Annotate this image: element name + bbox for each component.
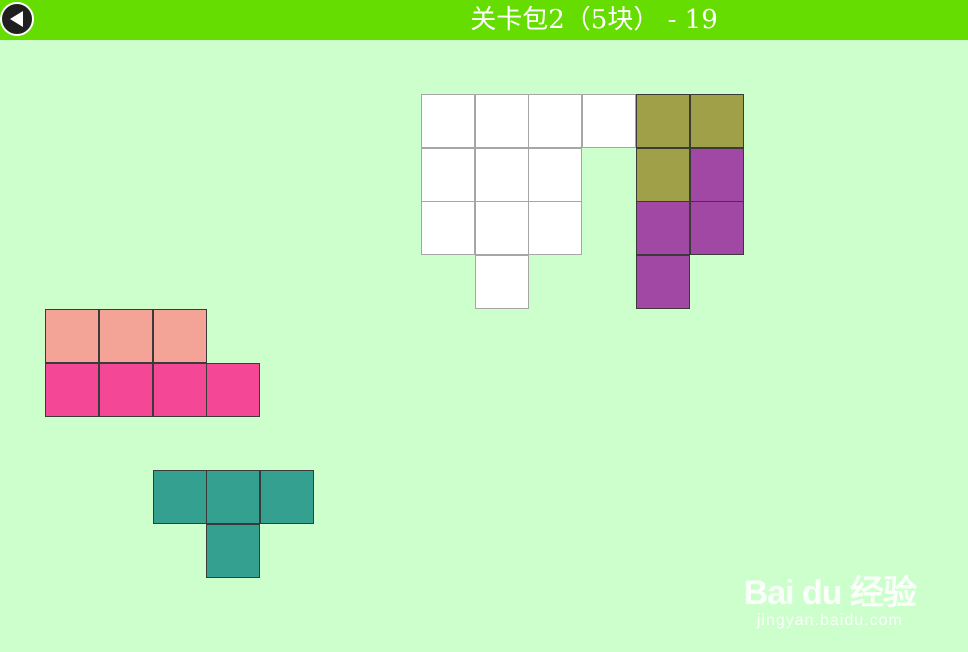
teal-piece-cell[interactable] — [259, 469, 314, 524]
salmon-piece-cell[interactable] — [45, 308, 100, 363]
teal-piece-cell[interactable] — [206, 523, 261, 578]
target-cell — [474, 147, 529, 202]
target-cell — [528, 94, 583, 148]
target-cell — [421, 94, 475, 148]
purple-piece-cell[interactable] — [635, 255, 690, 310]
pink-piece-cell[interactable] — [45, 362, 100, 417]
watermark-url: jingyan.baidu.com — [756, 612, 903, 629]
target-cell — [474, 94, 529, 148]
purple-piece-cell[interactable] — [635, 201, 690, 256]
olive-piece-cell[interactable] — [635, 94, 690, 148]
purple-piece-cell[interactable] — [689, 201, 744, 256]
watermark-logo: Bai du 经验 — [743, 574, 917, 612]
purple-piece-cell[interactable] — [689, 147, 744, 202]
level-title: 关卡包2（5块） - 19 — [470, 5, 718, 35]
salmon-piece-cell[interactable] — [152, 308, 207, 363]
olive-piece-cell[interactable] — [689, 94, 744, 148]
salmon-piece-cell[interactable] — [98, 308, 153, 363]
top-bar: 关卡包2（5块） - 19 — [0, 0, 968, 40]
olive-piece-cell[interactable] — [635, 147, 690, 202]
target-cell — [474, 255, 529, 310]
pink-piece-cell[interactable] — [98, 362, 153, 417]
target-cell — [474, 201, 529, 256]
target-cell — [528, 147, 583, 202]
target-cell — [421, 201, 475, 256]
watermark: Bai du 经验 jingyan.baidu.com — [743, 565, 917, 630]
pink-piece-cell[interactable] — [152, 362, 207, 417]
teal-piece-cell[interactable] — [152, 469, 207, 524]
pink-piece-cell[interactable] — [206, 362, 261, 417]
target-cell — [421, 147, 475, 202]
target-cell — [528, 201, 583, 256]
target-cell — [582, 94, 637, 148]
teal-piece-cell[interactable] — [206, 469, 261, 524]
